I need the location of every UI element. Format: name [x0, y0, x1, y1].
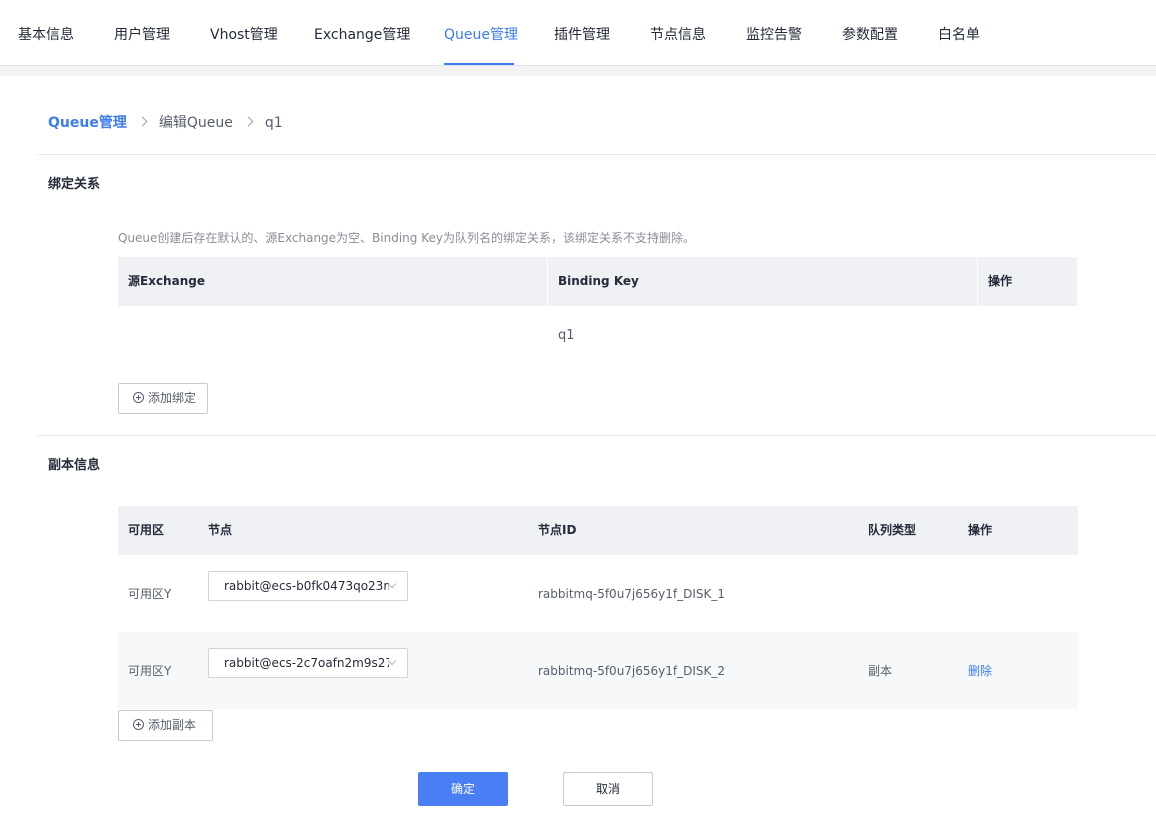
active-tab-indicator — [444, 63, 514, 65]
tab-basic-info[interactable]: 基本信息 — [18, 25, 74, 45]
binding-hint: Queue创建后存在默认的、源Exchange为空、Binding Key为队列… — [118, 231, 695, 245]
confirm-button[interactable]: 确定 — [418, 772, 508, 806]
node-id-cell: rabbitmq-5f0u7j656y1f_DISK_1 — [538, 587, 726, 601]
replica-table-header: 可用区 节点 节点ID 队列类型 操作 — [118, 506, 1078, 555]
breadcrumb-current: q1 — [264, 115, 283, 131]
tab-node-info[interactable]: 节点信息 — [650, 25, 706, 45]
column-header-queue-type: 队列类型 — [868, 523, 917, 537]
column-divider — [547, 257, 548, 306]
chevron-down-icon — [387, 579, 397, 589]
tab-user-management[interactable]: 用户管理 — [114, 25, 170, 45]
node-select[interactable]: rabbit@ecs-b0fk0473qo23m5v — [208, 571, 408, 601]
divider — [38, 154, 1156, 155]
tab-queue-management[interactable]: Queue管理 — [444, 25, 518, 45]
add-binding-label: 添加绑定 — [148, 391, 197, 405]
node-select-value: rabbit@ecs-b0fk0473qo23m5v — [224, 579, 389, 593]
column-header-node: 节点 — [208, 523, 233, 537]
zone-cell: 可用区Y — [128, 587, 172, 601]
binding-key-cell: q1 — [558, 328, 575, 343]
tab-whitelist[interactable]: 白名单 — [938, 25, 980, 45]
divider — [38, 435, 1156, 436]
tab-parameter-config[interactable]: 参数配置 — [842, 25, 898, 45]
node-id-cell: rabbitmq-5f0u7j656y1f_DISK_2 — [538, 664, 726, 678]
binding-section-title: 绑定关系 — [48, 177, 101, 192]
column-header-source-exchange: 源Exchange — [128, 274, 205, 288]
tab-monitoring-alarms[interactable]: 监控告警 — [746, 25, 802, 45]
add-circle-icon — [133, 392, 144, 403]
column-header-zone: 可用区 — [128, 523, 165, 537]
column-header-action: 操作 — [968, 523, 993, 537]
column-header-action: 操作 — [988, 274, 1013, 288]
header-separator — [0, 66, 1156, 76]
column-divider — [977, 257, 978, 306]
tab-exchange-management[interactable]: Exchange管理 — [314, 25, 410, 45]
zone-cell: 可用区Y — [128, 664, 172, 678]
chevron-right-icon — [137, 116, 148, 127]
cancel-button[interactable]: 取消 — [563, 772, 653, 806]
column-header-binding-key: Binding Key — [558, 274, 639, 288]
add-circle-icon — [133, 719, 144, 730]
node-select-value: rabbit@ecs-2c7oafn2m9s276lt — [224, 656, 389, 670]
tab-plugin-management[interactable]: 插件管理 — [554, 25, 610, 45]
chevron-down-icon — [387, 656, 397, 666]
add-replica-label: 添加副本 — [148, 718, 197, 732]
node-select[interactable]: rabbit@ecs-2c7oafn2m9s276lt — [208, 648, 408, 678]
binding-table-header: 源Exchange Binding Key 操作 — [118, 257, 1077, 306]
delete-replica-link[interactable]: 删除 — [968, 663, 992, 679]
top-tab-bar: 基本信息 用户管理 Vhost管理 Exchange管理 Queue管理 插件管… — [0, 0, 1156, 66]
breadcrumb-root-link[interactable]: Queue管理 — [48, 115, 127, 131]
tab-vhost-management[interactable]: Vhost管理 — [210, 25, 278, 45]
breadcrumb-middle: 编辑Queue — [158, 115, 233, 131]
add-replica-button[interactable]: 添加副本 — [118, 710, 213, 741]
column-header-node-id: 节点ID — [538, 523, 577, 537]
add-binding-button[interactable]: 添加绑定 — [118, 383, 208, 414]
chevron-right-icon — [243, 116, 254, 127]
queue-type-cell: 副本 — [868, 664, 893, 678]
replica-section-title: 副本信息 — [48, 458, 101, 473]
breadcrumb: Queue管理 编辑Queue q1 — [48, 113, 283, 133]
